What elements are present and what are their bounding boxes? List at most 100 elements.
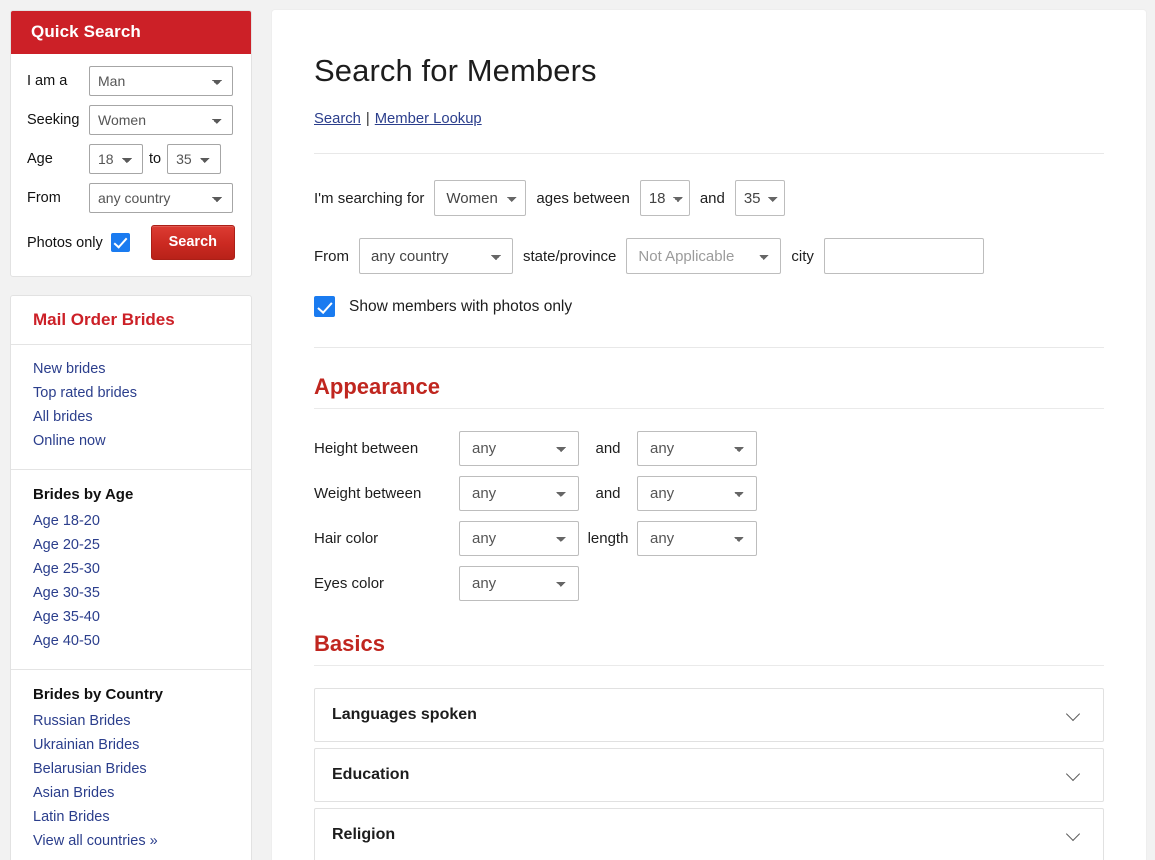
appearance-row-hair: Hair color any length any xyxy=(314,521,1104,556)
appearance-heading: Appearance xyxy=(314,374,440,399)
page-root: Quick Search I am a Man Seeking Women Ag… xyxy=(0,0,1155,860)
basics-heading: Basics xyxy=(314,631,385,656)
weight-to-select[interactable]: any xyxy=(637,476,757,511)
sidebar-link-age-18-20[interactable]: Age 18-20 xyxy=(11,509,251,533)
criteria-row-location: From any country state/province Not Appl… xyxy=(314,238,1104,274)
label-hair-length: length xyxy=(587,530,629,547)
chevron-down-icon xyxy=(1067,768,1081,782)
appearance-row-weight: Weight between any and any xyxy=(314,476,1104,511)
sidebar-link-top-rated-brides[interactable]: Top rated brides xyxy=(11,381,251,405)
appearance-row-height: Height between any and any xyxy=(314,431,1104,466)
hair-color-select[interactable]: any xyxy=(459,521,579,556)
chevron-down-icon xyxy=(1067,828,1081,842)
age-from-main-select[interactable]: 18 xyxy=(639,180,690,216)
label-hair-color: Hair color xyxy=(314,530,379,547)
tab-bar: Search | Member Lookup xyxy=(314,111,1104,127)
show-photos-only-checkbox[interactable] xyxy=(314,296,335,317)
basics-accordion: Languages spoken Education Religion xyxy=(314,688,1104,860)
height-to-select[interactable]: any xyxy=(637,431,757,466)
appearance-rule xyxy=(314,408,1104,409)
sidebar-link-asian-brides[interactable]: Asian Brides xyxy=(11,781,251,805)
quick-search-header: Quick Search xyxy=(11,11,251,54)
show-photos-only-row: Show members with photos only xyxy=(314,296,1104,317)
quick-search-row-from: From any country xyxy=(27,183,235,213)
weight-from-select[interactable]: any xyxy=(459,476,579,511)
label-height-between: Height between xyxy=(314,440,419,457)
accordion-languages-spoken-label: Languages spoken xyxy=(332,706,477,723)
country-select[interactable]: any country xyxy=(359,238,513,274)
eyes-color-select[interactable]: any xyxy=(459,566,579,601)
label-weight-and: and xyxy=(595,485,621,502)
sidebar-link-age-25-30[interactable]: Age 25-30 xyxy=(11,557,251,581)
quick-search-card: Quick Search I am a Man Seeking Women Ag… xyxy=(10,10,252,277)
sidebar-link-new-brides[interactable]: New brides xyxy=(11,357,251,381)
brides-quick-links: New brides Top rated brides All brides O… xyxy=(11,345,251,469)
accordion-education-label: Education xyxy=(332,766,410,783)
state-province-select[interactable]: Not Applicable xyxy=(626,238,782,274)
sidebar-link-all-brides[interactable]: All brides xyxy=(11,405,251,429)
age-to-word: to xyxy=(149,151,162,167)
sidebar-link-belarusian-brides[interactable]: Belarusian Brides xyxy=(11,757,251,781)
i-am-a-select[interactable]: Man xyxy=(89,66,233,96)
seeking-select[interactable]: Women xyxy=(89,105,233,135)
sidebar-link-ukrainian-brides[interactable]: Ukrainian Brides xyxy=(11,733,251,757)
label-state-province: state/province xyxy=(523,247,617,265)
mail-order-brides-header: Mail Order Brides xyxy=(11,296,251,345)
quick-search-row-i-am-a: I am a Man xyxy=(27,66,235,96)
label-weight-between: Weight between xyxy=(314,485,422,502)
top-divider xyxy=(314,153,1104,154)
tab-separator: | xyxy=(365,111,370,127)
label-from-main: From xyxy=(314,247,349,265)
accordion-religion-label: Religion xyxy=(332,826,396,843)
hair-length-select[interactable]: any xyxy=(637,521,757,556)
age-to-select[interactable]: 35 xyxy=(167,144,222,174)
tab-search[interactable]: Search xyxy=(314,111,361,127)
tab-member-lookup[interactable]: Member Lookup xyxy=(375,111,482,127)
appearance-row-eyes: Eyes color any xyxy=(314,566,1104,601)
search-button[interactable]: Search xyxy=(150,225,235,260)
sidebar-link-age-30-35[interactable]: Age 30-35 xyxy=(11,581,251,605)
sidebar-link-online-now[interactable]: Online now xyxy=(11,429,251,453)
quick-search-row-seeking: Seeking Women xyxy=(27,105,235,135)
brides-by-age-title: Brides by Age xyxy=(33,486,134,503)
brides-by-country-group: Brides by Country Russian Brides Ukraini… xyxy=(11,669,251,860)
sidebar-link-age-20-25[interactable]: Age 20-25 xyxy=(11,533,251,557)
label-i-am-a: I am a xyxy=(27,73,68,89)
photos-only-checkbox[interactable] xyxy=(110,233,130,252)
gender-select[interactable]: Women xyxy=(434,180,527,216)
height-from-select[interactable]: any xyxy=(459,431,579,466)
page-title: Search for Members xyxy=(314,53,597,88)
chevron-down-icon xyxy=(1067,708,1081,722)
quick-search-row-age: Age 18 to 35 xyxy=(27,144,235,174)
main-column: Search for Members Search | Member Lookup … xyxy=(262,0,1155,860)
label-age: Age xyxy=(27,151,53,167)
label-eyes-color: Eyes color xyxy=(314,575,385,592)
show-photos-only-label: Show members with photos only xyxy=(349,297,573,315)
label-and-age: and xyxy=(699,189,725,207)
sidebar: Quick Search I am a Man Seeking Women Ag… xyxy=(0,0,262,860)
brides-by-country-title: Brides by Country xyxy=(33,686,164,703)
label-searching-for: I'm searching for xyxy=(314,189,425,207)
main-panel: Search for Members Search | Member Lookup … xyxy=(272,10,1146,860)
mail-order-brides-card: Mail Order Brides New brides Top rated b… xyxy=(10,295,252,860)
label-photos-only: Photos only xyxy=(27,234,103,251)
label-ages-between: ages between xyxy=(536,189,630,207)
accordion-education[interactable]: Education xyxy=(314,748,1104,802)
sidebar-link-view-all-countries[interactable]: View all countries » xyxy=(11,829,251,853)
age-to-main-select[interactable]: 35 xyxy=(734,180,785,216)
label-city: city xyxy=(791,247,814,265)
accordion-languages-spoken[interactable]: Languages spoken xyxy=(314,688,1104,742)
label-seeking: Seeking xyxy=(27,112,80,128)
sidebar-link-age-35-40[interactable]: Age 35-40 xyxy=(11,605,251,629)
age-from-select[interactable]: 18 xyxy=(89,144,143,174)
sidebar-link-russian-brides[interactable]: Russian Brides xyxy=(11,709,251,733)
city-input[interactable] xyxy=(823,238,984,274)
label-from: From xyxy=(27,190,61,206)
from-country-select[interactable]: any country xyxy=(89,183,233,213)
brides-by-age-group: Brides by Age Age 18-20 Age 20-25 Age 25… xyxy=(11,469,251,669)
accordion-religion[interactable]: Religion xyxy=(314,808,1104,860)
sidebar-link-latin-brides[interactable]: Latin Brides xyxy=(11,805,251,829)
basics-rule xyxy=(314,665,1104,666)
sidebar-link-age-40-50[interactable]: Age 40-50 xyxy=(11,629,251,653)
quick-search-row-photos: Photos only Search xyxy=(27,225,235,260)
